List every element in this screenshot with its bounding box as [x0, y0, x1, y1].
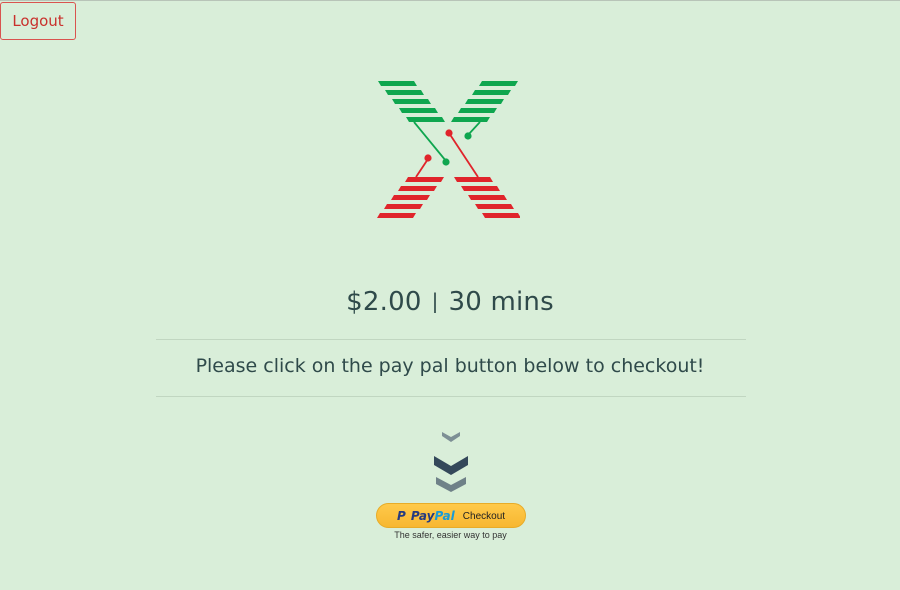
paypal-checkout-label: Checkout — [462, 511, 506, 522]
session-duration: 30 mins — [448, 287, 554, 317]
paypal-tagline: The safer, easier way to pay — [394, 530, 507, 540]
paypal-pay-text: Pay — [410, 509, 435, 523]
chevrons-down-icon — [434, 432, 468, 492]
logout-button[interactable]: Logout — [0, 2, 76, 40]
paypal-checkout: P PayPal Checkout The safer, easier way … — [376, 503, 527, 540]
paypal-pal-text: Pal — [434, 509, 455, 523]
price-duration: $2.00 | 30 mins — [0, 287, 900, 317]
paypal-p-icon: P — [396, 509, 406, 523]
price-separator: | — [431, 289, 439, 313]
divider-top — [156, 339, 746, 340]
price-amount: $2.00 — [346, 287, 422, 317]
checkout-instruction: Please click on the pay pal button below… — [195, 355, 705, 377]
x-logo-icon — [377, 81, 520, 218]
paypal-checkout-button[interactable]: P PayPal Checkout — [376, 503, 526, 528]
divider-bottom — [156, 396, 746, 397]
